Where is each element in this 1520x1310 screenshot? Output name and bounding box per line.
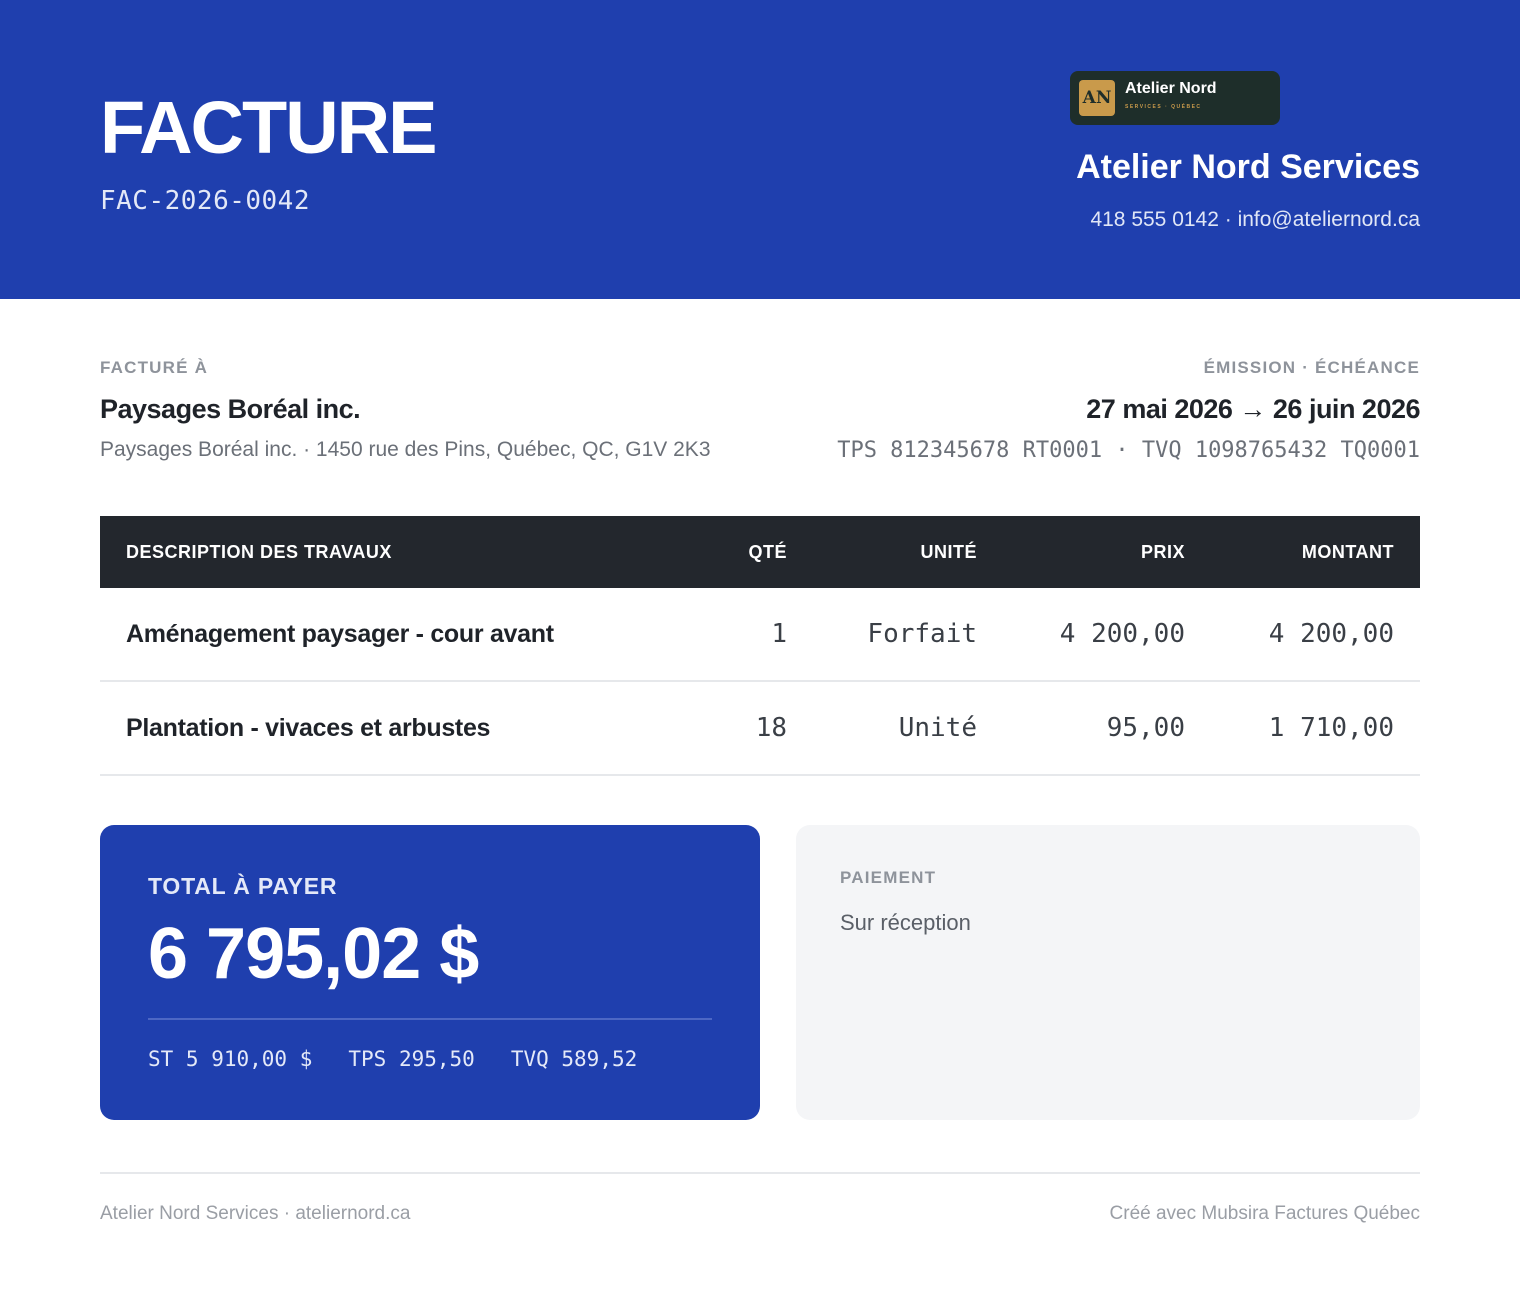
row-qty: 1 [771, 619, 787, 649]
dates-label: ÉMISSION · ÉCHÉANCE [1203, 358, 1420, 377]
header-description: DESCRIPTION DES TRAVAUX [126, 541, 392, 562]
logo-mark: AN [1079, 80, 1115, 116]
footer-divider [100, 1172, 1420, 1174]
header-amount: MONTANT [1301, 541, 1394, 562]
client-address: Paysages Boréal inc. · 1450 rue des Pins… [100, 438, 711, 461]
row-amount: 4 200,00 [1268, 619, 1394, 649]
client-name: Paysages Boréal inc. [100, 394, 361, 424]
tps-amount: TPS 295,50 [348, 1047, 475, 1071]
subtotal: ST 5 910,00 $ [148, 1047, 313, 1071]
tax-ids: TPS 812345678 RT0001 · TVQ 1098765432 TQ… [837, 438, 1420, 463]
company-name: Atelier Nord Services [1076, 148, 1420, 186]
table-header: DESCRIPTION DES TRAVAUX QTÉ UNITÉ PRIX M… [100, 516, 1420, 588]
company-logo: AN Atelier Nord SERVICES · QUÉBEC [1070, 71, 1280, 125]
payment-terms: Sur réception [840, 910, 971, 935]
table-row: Plantation - vivaces et arbustes 18 Unit… [100, 682, 1420, 776]
invoice-number: FAC-2026-0042 [100, 186, 310, 216]
row-unit: Unité [898, 713, 977, 743]
row-amount: 1 710,00 [1268, 713, 1394, 743]
table-row: Aménagement paysager - cour avant 1 Forf… [100, 588, 1420, 682]
row-price: 4 200,00 [1059, 619, 1185, 649]
company-contact: 418 555 0142 · info@ateliernord.ca [1090, 208, 1420, 231]
tvq-amount: TVQ 589,52 [510, 1047, 638, 1071]
row-price: 95,00 [1106, 713, 1185, 743]
header-unit: UNITÉ [920, 541, 977, 562]
logo-name: Atelier Nord [1125, 80, 1217, 97]
header-qty: QTÉ [748, 541, 787, 562]
header-price: PRIX [1140, 541, 1185, 562]
payment-card: PAIEMENT Sur réception [796, 825, 1420, 1120]
row-qty: 18 [755, 713, 787, 743]
total-label: TOTAL À PAYER [148, 873, 338, 899]
line-items-table: DESCRIPTION DES TRAVAUX QTÉ UNITÉ PRIX M… [100, 516, 1420, 776]
page-title: FACTURE [100, 86, 437, 169]
footer-credit: Créé avec Mubsira Factures Québec [1109, 1203, 1420, 1224]
total-card: TOTAL À PAYER 6 795,02 $ ST 5 910,00 $ T… [100, 825, 760, 1120]
tax-breakdown: ST 5 910,00 $ TPS 295,50 TVQ 589,52 [148, 1047, 637, 1071]
invoice-header: FACTURE FAC-2026-0042 AN Atelier Nord SE… [0, 0, 1520, 299]
logo-subtitle: SERVICES · QUÉBEC [1125, 104, 1202, 110]
total-value: 6 795,02 $ [148, 914, 479, 994]
payment-label: PAIEMENT [840, 868, 937, 887]
row-unit: Forfait [867, 619, 977, 649]
footer-company: Atelier Nord Services · ateliernord.ca [100, 1203, 411, 1224]
billed-to-label: FACTURÉ À [100, 358, 209, 377]
date-range: 27 mai 2026 → 26 juin 2026 [1086, 394, 1420, 424]
row-description: Aménagement paysager - cour avant [126, 619, 554, 648]
total-divider [148, 1018, 712, 1020]
row-description: Plantation - vivaces et arbustes [126, 713, 491, 742]
